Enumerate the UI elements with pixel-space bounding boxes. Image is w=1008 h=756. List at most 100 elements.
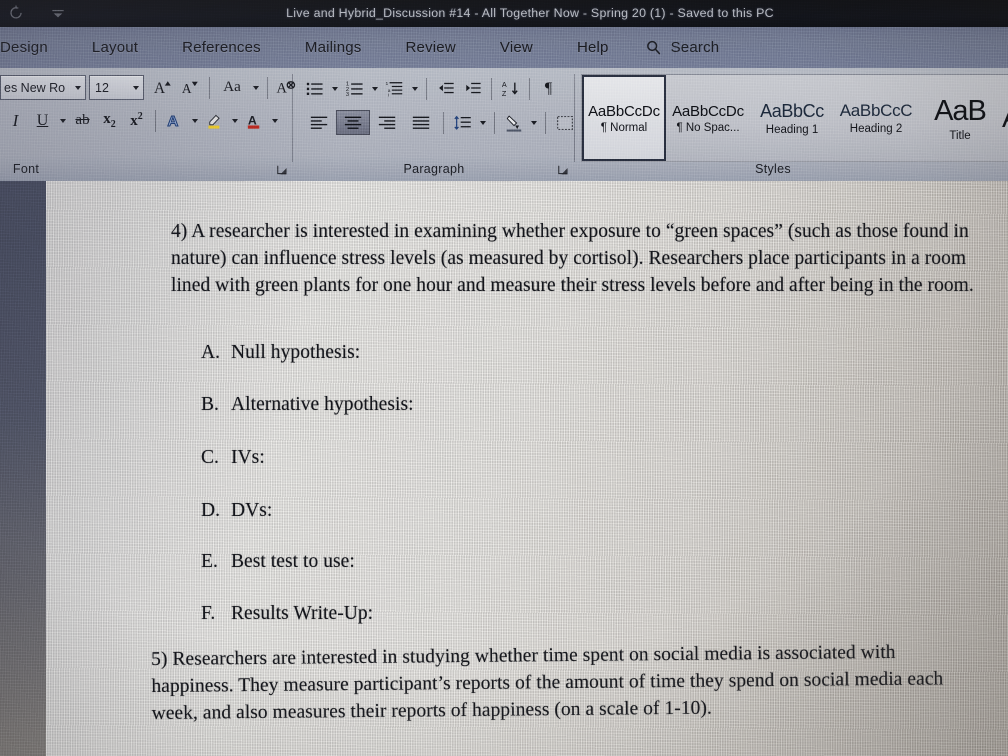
chevron-down-icon — [133, 85, 139, 90]
style-title[interactable]: AaB Title — [918, 75, 1002, 161]
font-color-button[interactable]: A — [241, 108, 268, 133]
svg-text:Z: Z — [501, 88, 506, 97]
sub-item-f: F. Results Write-Up: — [201, 601, 373, 627]
decrease-indent-button[interactable] — [432, 76, 459, 101]
sub-item-letter: A. — [201, 342, 221, 363]
search-label: Search — [670, 39, 720, 56]
font-dialog-launcher[interactable] — [277, 163, 288, 175]
font-group-label: Font — [12, 162, 40, 176]
chevron-down-icon — [75, 85, 81, 90]
font-size-value: 12 — [95, 80, 109, 95]
multilevel-list-button[interactable]: 1 a i — [381, 76, 408, 101]
italic-button[interactable]: I — [2, 108, 29, 133]
paragraph-group-label: Paragraph — [403, 162, 465, 176]
superscript-button[interactable]: x2 — [123, 108, 150, 133]
text-highlight-color-button[interactable] — [201, 108, 228, 133]
style-name: Title — [949, 129, 971, 142]
document-page[interactable]: 4) A researcher is interested in examini… — [46, 181, 1008, 756]
align-right-button[interactable] — [370, 110, 404, 135]
tab-design[interactable]: Design — [0, 27, 70, 68]
text-effects-button[interactable]: A — [161, 108, 188, 133]
align-center-button[interactable] — [336, 110, 370, 135]
svg-text:A: A — [182, 81, 192, 96]
styles-group: AaBbCcDc ¶ Normal AaBbCcDc ¶ No Spac... … — [578, 68, 1008, 181]
style-partial-next[interactable]: A — [1002, 75, 1008, 161]
tab-view[interactable]: View — [478, 27, 555, 68]
window-title: Live and Hybrid_Discussion #14 - All Tog… — [286, 6, 774, 20]
strikethrough-button[interactable]: ab — [69, 108, 96, 133]
style-preview: AaBbCcC — [839, 101, 913, 120]
font-color-dropdown[interactable] — [268, 109, 281, 133]
styles-group-label: Styles — [755, 162, 791, 176]
tab-layout[interactable]: Layout — [70, 27, 160, 68]
grow-font-button[interactable]: A — [150, 75, 177, 100]
show-formatting-marks-button[interactable]: ¶ — [535, 76, 562, 101]
bullets-dropdown[interactable] — [328, 77, 341, 101]
svg-text:A: A — [167, 113, 178, 130]
numbering-button[interactable]: 1 2 3 — [341, 76, 368, 101]
svg-text:1: 1 — [385, 81, 388, 87]
sub-item-a: A. Null hypothesis: — [201, 340, 360, 366]
style-name: ¶ No Spac... — [676, 121, 740, 134]
underline-button[interactable]: U — [29, 108, 56, 133]
style-normal[interactable]: AaBbCcDc ¶ Normal — [582, 75, 666, 161]
text-effects-dropdown[interactable] — [188, 109, 201, 133]
sub-item-d: D. DVs: — [201, 498, 272, 524]
style-preview: AaBbCcDc — [672, 102, 744, 120]
highlight-color-dropdown[interactable] — [228, 109, 241, 133]
paragraph-group: 1 2 3 1 a i A Z ¶ Paragraph — [296, 68, 588, 181]
styles-gallery: AaBbCcDc ¶ Normal AaBbCcDc ¶ No Spac... … — [581, 74, 1008, 162]
sub-item-b: B. Alternative hypothesis: — [201, 392, 414, 418]
shading-dropdown[interactable] — [527, 111, 540, 135]
style-name: Heading 1 — [765, 123, 819, 136]
font-size-input[interactable]: 12 — [89, 75, 144, 100]
sort-button[interactable]: A Z — [497, 76, 524, 101]
change-case-button[interactable]: Aa — [215, 75, 249, 100]
sub-item-label: Null hypothesis: — [231, 342, 361, 363]
shading-button[interactable] — [500, 110, 527, 135]
tab-references[interactable]: References — [160, 27, 283, 68]
tab-help[interactable]: Help — [555, 27, 631, 68]
line-spacing-dropdown[interactable] — [476, 111, 489, 135]
multilevel-list-dropdown[interactable] — [408, 77, 421, 101]
style-preview: AaBbCcDc — [588, 102, 660, 120]
tab-review[interactable]: Review — [384, 27, 478, 68]
svg-text:A: A — [248, 113, 257, 127]
font-group: es New Ro 12 A A Aa A I U ab x2 x2 A A F… — [0, 68, 296, 181]
document-area: 4) A researcher is interested in examini… — [0, 181, 1008, 756]
subscript-button[interactable]: x2 — [96, 108, 123, 133]
bullets-button[interactable] — [301, 76, 328, 101]
style-no-spacing[interactable]: AaBbCcDc ¶ No Spac... — [666, 75, 750, 161]
underline-dropdown[interactable] — [56, 109, 69, 133]
style-heading-1[interactable]: AaBbCс Heading 1 — [750, 75, 834, 161]
sub-item-e: E. Best test to use: — [201, 549, 355, 575]
align-left-button[interactable] — [302, 110, 336, 135]
change-case-dropdown[interactable] — [249, 76, 262, 100]
style-preview: AaBbCс — [760, 100, 824, 121]
word-window: Live and Hybrid_Discussion #14 - All Tog… — [0, 0, 1008, 756]
ribbon-tab-strip: Design Layout References Mailings Review… — [0, 27, 1008, 68]
tab-mailings[interactable]: Mailings — [283, 27, 384, 68]
left-gutter — [0, 181, 46, 756]
search-icon — [645, 39, 662, 56]
justify-button[interactable] — [404, 110, 438, 135]
style-name: ¶ Normal — [600, 121, 648, 134]
sub-item-label: Results Write-Up: — [231, 603, 374, 624]
numbering-dropdown[interactable] — [368, 77, 381, 101]
sub-item-label: DVs: — [231, 500, 273, 521]
increase-indent-button[interactable] — [459, 76, 486, 101]
sub-item-letter: E. — [201, 551, 218, 572]
svg-text:A: A — [501, 80, 506, 89]
sub-item-letter: D. — [201, 500, 221, 521]
svg-text:A: A — [276, 80, 287, 96]
style-heading-2[interactable]: AaBbCcC Heading 2 — [834, 75, 918, 161]
sub-item-label: Best test to use: — [231, 551, 355, 572]
style-preview: AaB — [934, 94, 987, 127]
font-name-input[interactable]: es New Ro — [0, 75, 86, 100]
shrink-font-button[interactable]: A — [177, 75, 204, 100]
question-4-paragraph: 4) A researcher is interested in examini… — [171, 221, 974, 296]
line-spacing-button[interactable] — [449, 110, 476, 135]
search-box[interactable]: Search — [631, 27, 720, 68]
font-name-value: es New Ro — [4, 80, 66, 95]
sub-item-label: IVs: — [231, 447, 265, 468]
